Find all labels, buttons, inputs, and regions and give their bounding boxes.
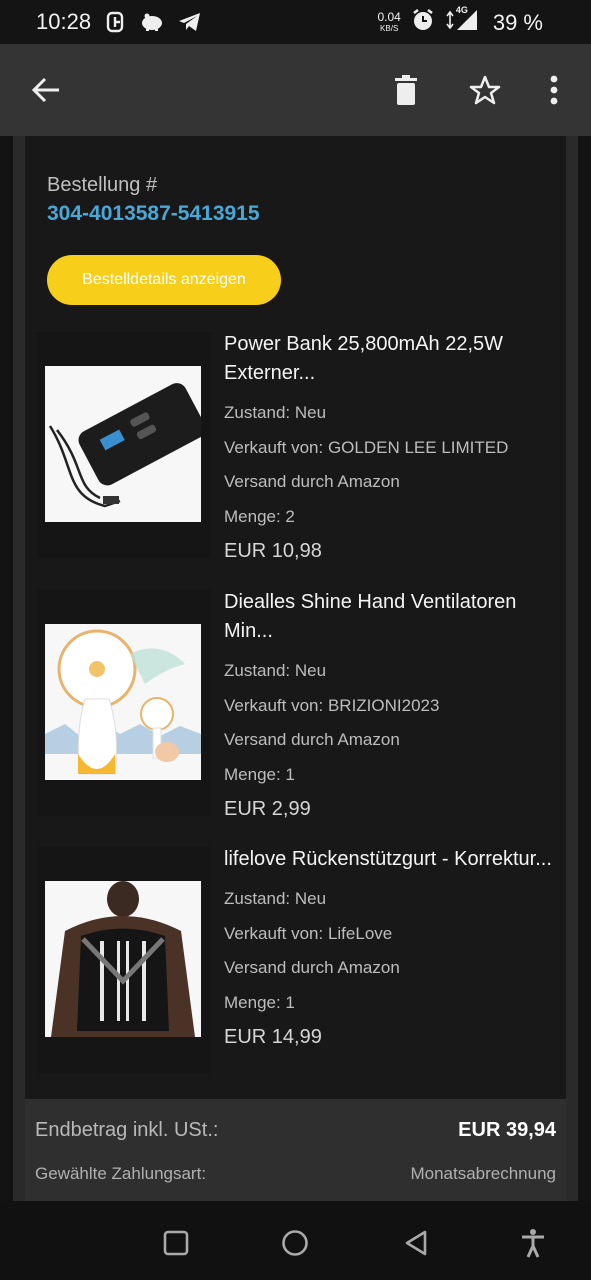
telegram-icon xyxy=(178,12,202,37)
status-bar: 10:28 0.04 KB/S 4G 39 % xyxy=(0,0,591,44)
item-seller: Verkauft von: GOLDEN LEE LIMITED xyxy=(224,437,509,457)
piggy-bank-icon xyxy=(140,12,164,37)
total-label: Endbetrag inkl. USt.: xyxy=(35,1119,219,1141)
item-quantity: Menge: 1 xyxy=(224,992,295,1012)
order-details-button[interactable]: Bestelldetails anzeigen xyxy=(47,255,281,305)
system-nav-bar xyxy=(0,1201,591,1280)
item-shipping: Versand durch Amazon xyxy=(224,472,400,491)
order-number-link[interactable]: 304-4013587-5413915 xyxy=(47,202,260,226)
payment-method-label: Gewählte Zahlungsart: xyxy=(35,1164,207,1183)
item-shipping: Versand durch Amazon xyxy=(224,958,400,977)
accessibility-icon xyxy=(522,1229,544,1258)
item-seller: Verkauft von: BRIZIONI2023 xyxy=(224,695,440,715)
item-thumbnail[interactable] xyxy=(37,332,211,558)
home-button[interactable] xyxy=(275,1223,315,1263)
square-icon xyxy=(163,1230,189,1256)
delete-button[interactable] xyxy=(388,72,424,108)
order-label: Bestellung # xyxy=(47,174,158,196)
back-nav-button[interactable] xyxy=(396,1223,436,1263)
power-bank-image xyxy=(45,366,201,522)
item-price: EUR 10,98 xyxy=(224,540,322,562)
signal-icon: 4G xyxy=(445,5,479,37)
order-item[interactable]: Power Bank 25,800mAh 22,5W Externer... Z… xyxy=(37,332,566,572)
item-quantity: Menge: 1 xyxy=(224,764,295,784)
recent-apps-button[interactable] xyxy=(156,1223,196,1263)
triangle-back-icon xyxy=(405,1230,427,1256)
alarm-icon xyxy=(411,8,435,37)
item-shipping: Versand durch Amazon xyxy=(224,730,400,749)
item-condition: Zustand: Neu xyxy=(224,403,327,422)
email-body: Bestellung # 304-4013587-5413915 Bestell… xyxy=(13,136,578,1201)
back-brace-image xyxy=(45,881,201,1037)
more-vert-icon xyxy=(550,75,558,105)
arrow-left-icon xyxy=(31,77,59,103)
order-totals: Endbetrag inkl. USt.: EUR 39,94 Gewählte… xyxy=(25,1099,566,1201)
item-title[interactable]: lifelove Rückenstützgurt - Korrektur... xyxy=(224,845,564,874)
more-options-button[interactable] xyxy=(536,72,572,108)
item-thumbnail[interactable] xyxy=(37,847,211,1073)
order-card: Bestellung # 304-4013587-5413915 Bestell… xyxy=(25,136,566,1101)
item-price: EUR 14,99 xyxy=(224,1026,322,1048)
payment-method-value: Monatsabrechnung xyxy=(410,1164,556,1183)
accessibility-button[interactable] xyxy=(513,1223,553,1263)
total-value: EUR 39,94 xyxy=(458,1119,556,1141)
network-speed: 0.04 KB/S xyxy=(377,9,401,34)
item-thumbnail[interactable] xyxy=(37,590,211,816)
order-item[interactable]: lifelove Rückenstützgurt - Korrektur... … xyxy=(37,847,566,1087)
item-seller: Verkauft von: LifeLove xyxy=(224,923,393,943)
trash-icon xyxy=(395,75,417,105)
star-icon xyxy=(469,75,501,105)
hand-fan-image xyxy=(45,624,201,780)
item-price: EUR 2,99 xyxy=(224,798,311,820)
star-button[interactable] xyxy=(467,72,503,108)
item-quantity: Menge: 2 xyxy=(224,506,295,526)
network-speed-value: 0.04 xyxy=(377,9,401,24)
item-condition: Zustand: Neu xyxy=(224,661,327,680)
item-title[interactable]: Diealles Shine Hand Ventilatoren Min... xyxy=(224,588,564,646)
back-button[interactable] xyxy=(28,72,64,108)
app-notification-icon xyxy=(106,11,126,38)
network-type: 4G xyxy=(455,5,468,15)
network-speed-unit: KB/S xyxy=(380,23,399,33)
status-time: 10:28 xyxy=(36,9,92,34)
item-condition: Zustand: Neu xyxy=(224,889,327,908)
app-bar xyxy=(0,44,591,136)
order-item[interactable]: Diealles Shine Hand Ventilatoren Min... … xyxy=(37,590,566,830)
circle-icon xyxy=(282,1230,308,1256)
item-title[interactable]: Power Bank 25,800mAh 22,5W Externer... xyxy=(224,330,564,388)
battery-level: 39 % xyxy=(492,9,543,35)
